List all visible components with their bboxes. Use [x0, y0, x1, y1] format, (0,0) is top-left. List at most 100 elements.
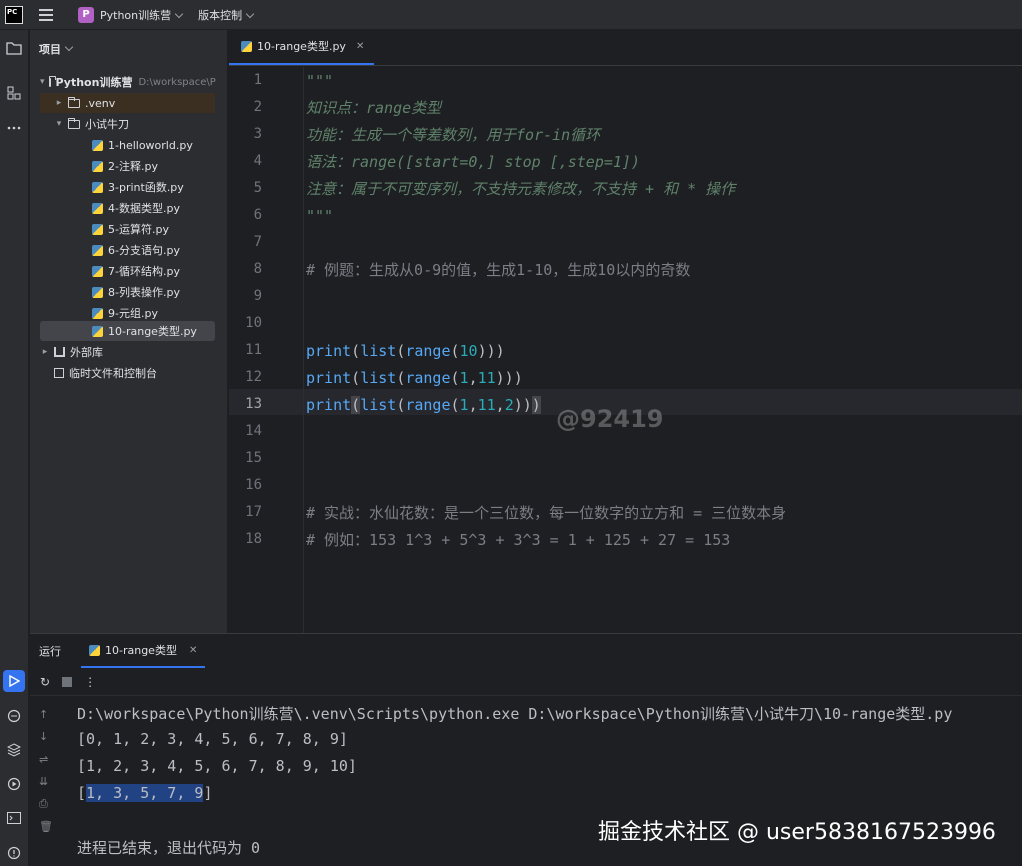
editor-tab[interactable]: 10-range类型.py ✕ — [229, 29, 375, 65]
stop-icon[interactable] — [62, 676, 73, 687]
line-number: 4 — [253, 153, 262, 169]
tree-item-venv[interactable]: ▸ .venv — [40, 93, 215, 113]
tree-item-label: 外部库 — [70, 346, 103, 359]
scratch-icon — [54, 368, 64, 378]
folder-icon — [68, 117, 80, 129]
code-line: 知识点：range类型 — [306, 99, 442, 117]
chevron-down-icon[interactable]: ▾ — [54, 119, 64, 129]
down-arrow-icon[interactable]: ↓ — [39, 730, 48, 743]
scroll-to-end-icon[interactable]: ⇊ — [39, 775, 48, 788]
chevron-down-icon — [64, 42, 74, 52]
tree-file[interactable]: 4-数据类型.py — [40, 198, 215, 218]
project-panel-header[interactable]: 项目 — [30, 30, 227, 68]
trash-icon[interactable]: 🗑 — [39, 820, 53, 833]
tree-file[interactable]: 1-helloworld.py — [40, 135, 215, 155]
site-watermark: 掘金技术社区 @ user5838167523996 — [598, 820, 996, 845]
python-file-icon — [241, 40, 252, 52]
tree-item-label: .venv — [85, 96, 116, 110]
vcs-label: 版本控制 — [198, 8, 243, 22]
folder-icon — [68, 96, 80, 108]
tree-file[interactable]: 5-运算符.py — [40, 219, 215, 239]
code-line: """ — [306, 207, 334, 225]
terminal-icon[interactable] — [3, 807, 25, 829]
console-line-exit: 进程已结束，退出代码为 0 — [77, 839, 261, 857]
code-line: 注意：属于不可变序列，不支持元素修改，不支持 + 和 * 操作 — [306, 180, 736, 198]
layers-icon[interactable] — [3, 739, 25, 761]
title-bar: PC P Python训练营 版本控制 — [0, 0, 1022, 30]
line-number: 11 — [245, 342, 262, 358]
main-menu-icon[interactable] — [39, 8, 53, 21]
python-file-icon — [92, 325, 103, 337]
run-icon[interactable] — [3, 670, 25, 692]
line-number: 2 — [253, 99, 262, 115]
soft-wrap-icon[interactable]: ⇌ — [39, 753, 48, 766]
rerun-icon[interactable]: ↻ — [40, 675, 50, 689]
line-number: 16 — [245, 477, 262, 493]
tree-file-label: 4-数据类型.py — [108, 202, 180, 215]
tree-file-label: 10-range类型.py — [108, 325, 197, 338]
project-switcher[interactable]: Python训练营 — [100, 7, 184, 23]
line-number: 15 — [245, 450, 262, 466]
run-tab[interactable]: 10-range类型 ✕ — [81, 634, 206, 668]
code-line-call-current: print(list(range(1,11,2))) — [306, 396, 541, 414]
tree-file[interactable]: 7-循环结构.py — [40, 261, 215, 281]
vcs-menu[interactable]: 版本控制 — [198, 7, 255, 23]
tree-item-folder[interactable]: ▾ 小试牛刀 — [40, 114, 215, 134]
console-line: D:\workspace\Python训练营\.venv\Scripts\pyt… — [77, 705, 953, 723]
chevron-right-icon[interactable]: ▸ — [54, 98, 64, 108]
tree-root[interactable]: ▾ Python训练营 D:\workspace\P — [40, 72, 216, 92]
run-panel-header: 运行 10-range类型 ✕ — [30, 634, 1022, 668]
editor[interactable]: 10-range类型.py ✕ 1 2 3 4 5 6 7 8 9 10 11 … — [229, 30, 1022, 633]
chevron-down-icon — [245, 9, 255, 18]
python-console-icon[interactable] — [3, 705, 25, 727]
chevron-right-icon[interactable]: ▸ — [40, 347, 50, 357]
python-file-icon — [92, 181, 103, 193]
python-file-icon — [92, 307, 103, 319]
structure-icon[interactable] — [3, 82, 25, 104]
services-icon[interactable] — [3, 773, 25, 795]
problems-icon[interactable] — [3, 842, 25, 864]
tree-file[interactable]: 8-列表操作.py — [40, 282, 215, 302]
line-number: 18 — [245, 531, 262, 547]
line-number: 17 — [245, 504, 262, 520]
python-file-icon — [92, 139, 103, 151]
editor-tab-label: 10-range类型.py — [257, 40, 346, 53]
line-number: 1 — [253, 72, 262, 88]
line-number: 6 — [253, 207, 262, 223]
line-number: 12 — [245, 369, 262, 385]
pycharm-logo: PC — [5, 5, 23, 24]
tree-file-label: 1-helloworld.py — [108, 138, 193, 152]
project-badge[interactable]: P — [78, 6, 94, 23]
run-toolbar: ↻ ⋮ — [30, 668, 1022, 696]
chevron-down-icon[interactable]: ▾ — [40, 77, 45, 87]
tree-file[interactable]: 6-分支语句.py — [40, 240, 215, 260]
tree-file-selected[interactable]: 10-range类型.py — [40, 321, 215, 341]
run-panel-title: 运行 — [39, 645, 61, 658]
tree-scratches[interactable]: 临时文件和控制台 — [40, 363, 215, 383]
print-icon[interactable]: ⎙ — [39, 797, 48, 811]
code-line-call: print(list(range(10))) — [306, 342, 505, 360]
more-icon[interactable] — [3, 117, 25, 139]
close-icon[interactable]: ✕ — [356, 41, 364, 52]
code-line-comment: # 实战：水仙花数：是一个三位数，每一位数字的立方和 = 三位数本身 — [306, 504, 787, 522]
close-icon[interactable]: ✕ — [189, 645, 197, 656]
python-file-icon — [92, 223, 103, 235]
line-number: 9 — [253, 288, 262, 304]
project-panel: 项目 ▾ Python训练营 D:\workspace\P ▸ .venv ▾ … — [30, 30, 228, 633]
left-tool-strip — [0, 30, 29, 866]
line-number: 10 — [245, 315, 262, 331]
console-line: [0, 1, 2, 3, 4, 5, 6, 7, 8, 9] — [77, 730, 348, 748]
tree-file[interactable]: 3-print函数.py — [40, 177, 215, 197]
tree-root-name: Python训练营 — [55, 76, 133, 89]
tree-file-label: 8-列表操作.py — [108, 286, 180, 299]
up-arrow-icon[interactable]: ↑ — [39, 708, 48, 721]
project-folder-icon[interactable] — [3, 37, 25, 59]
python-file-icon — [92, 265, 103, 277]
tree-external-libs[interactable]: ▸ 外部库 — [40, 342, 215, 362]
tree-file[interactable]: 2-注释.py — [40, 156, 215, 176]
more-vertical-icon[interactable]: ⋮ — [84, 675, 96, 689]
run-panel: 运行 10-range类型 ✕ ↻ ⋮ ↑ ↓ ⇌ ⇊ ⎙ 🗑 D:\works… — [30, 633, 1022, 866]
editor-tab-bar: 10-range类型.py ✕ — [229, 30, 1022, 66]
python-file-icon — [89, 644, 100, 656]
tree-file[interactable]: 9-元组.py — [40, 303, 215, 323]
